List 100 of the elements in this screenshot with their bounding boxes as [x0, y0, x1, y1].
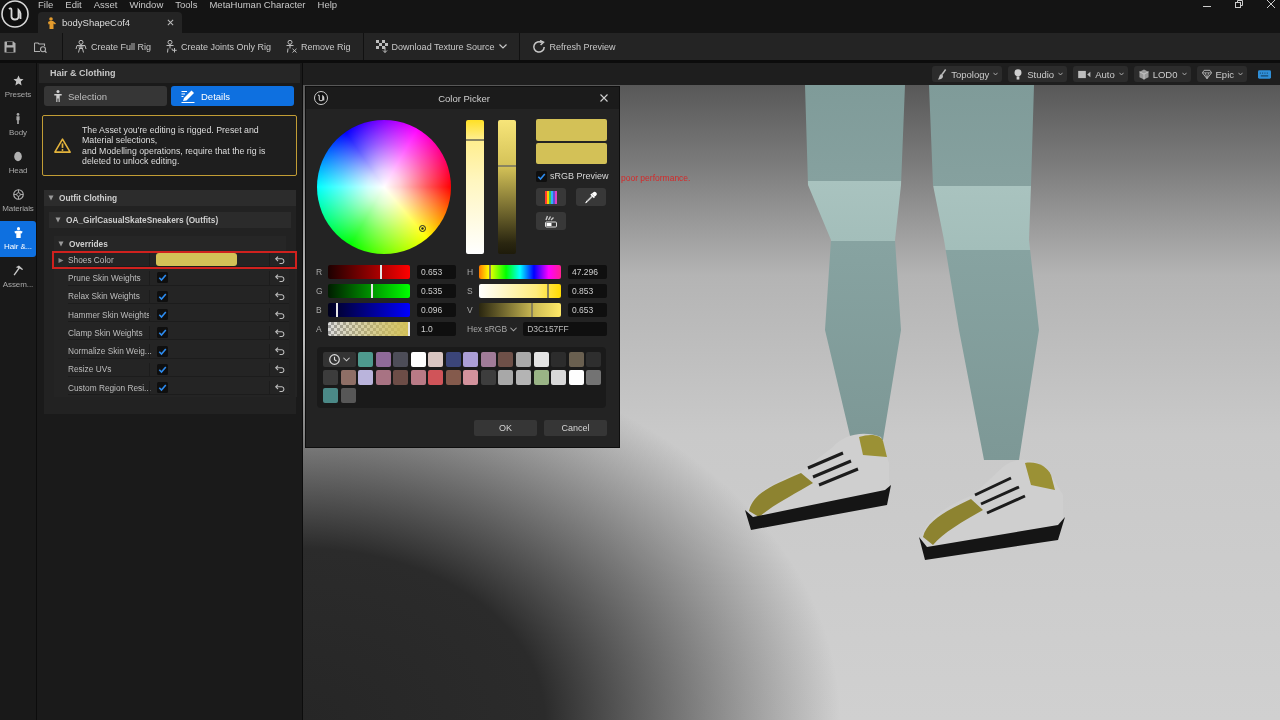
swatch-icon[interactable] — [516, 370, 531, 385]
panel-tab[interactable]: Details — [171, 86, 294, 106]
swatch-icon[interactable] — [568, 370, 584, 385]
menu-item[interactable]: Asset — [93, 0, 118, 9]
color-value-button[interactable] — [156, 253, 237, 267]
reset-icon[interactable] — [274, 347, 285, 356]
checkbox[interactable] — [157, 363, 168, 375]
wheel-marker-icon[interactable] — [419, 225, 427, 233]
swatch-icon[interactable] — [586, 370, 602, 385]
nav-item[interactable]: Presets — [0, 69, 36, 105]
swatch-icon[interactable] — [463, 370, 479, 385]
vertical-slider[interactable] — [466, 120, 484, 254]
checkbox[interactable] — [157, 382, 168, 394]
swatch-icon[interactable] — [358, 352, 374, 367]
view-option-button[interactable]: Topology — [932, 66, 1003, 82]
toolbar-button[interactable]: Create Full Rig — [68, 35, 159, 58]
eyedropper-button[interactable] — [576, 188, 606, 206]
swatch-icon[interactable] — [533, 370, 549, 385]
reset-icon[interactable] — [274, 292, 285, 301]
slider-thumb[interactable] — [380, 265, 383, 279]
nav-item[interactable]: Head — [0, 145, 36, 181]
toolbar-button[interactable]: Download Texture Source — [368, 35, 514, 58]
channel-slider[interactable] — [328, 322, 410, 336]
section-header[interactable]: OA_GirlCasualSkateSneakers (Outfits) — [49, 212, 291, 228]
restore-icon[interactable] — [1235, 0, 1243, 8]
dialog-button[interactable]: OK — [474, 420, 537, 436]
value-field[interactable]: 1.0 — [417, 322, 456, 336]
value-field[interactable]: 0.653 — [417, 265, 456, 279]
close-icon[interactable] — [167, 19, 174, 26]
menu-item[interactable]: Window — [129, 0, 164, 9]
slider-thumb[interactable] — [335, 303, 338, 317]
view-option-button[interactable]: LOD0 — [1133, 66, 1191, 82]
swatch-icon[interactable] — [568, 352, 584, 367]
theme-button[interactable] — [536, 212, 566, 230]
vertical-slider[interactable] — [498, 120, 516, 254]
swatch-icon[interactable] — [340, 370, 356, 385]
channel-slider[interactable] — [328, 303, 410, 317]
dialog-button[interactable]: Cancel — [544, 420, 607, 436]
swatch-icon[interactable] — [445, 352, 461, 367]
checkbox[interactable] — [157, 327, 168, 339]
channel-slider[interactable] — [328, 265, 410, 279]
value-field[interactable]: 0.535 — [417, 284, 456, 298]
reset-icon[interactable] — [274, 255, 285, 264]
slider-thumb[interactable] — [489, 265, 492, 279]
swatch-icon[interactable] — [375, 370, 391, 385]
menu-item[interactable]: Help — [317, 0, 338, 9]
channel-slider[interactable] — [479, 284, 561, 298]
checkbox[interactable] — [157, 290, 168, 302]
reset-icon[interactable] — [274, 383, 285, 392]
view-option-button[interactable]: Epic — [1196, 66, 1247, 82]
spectrum-button[interactable] — [536, 188, 566, 206]
swatch-icon[interactable] — [428, 352, 444, 367]
value-field[interactable]: 47.296 — [568, 265, 607, 279]
reset-icon[interactable] — [274, 328, 285, 337]
nav-item[interactable]: Materials — [0, 183, 36, 219]
nav-item[interactable]: Body — [0, 107, 36, 143]
menu-item[interactable]: MetaHuman Character — [209, 0, 306, 9]
swatch-icon[interactable] — [533, 352, 549, 367]
swatch-icon[interactable] — [393, 352, 409, 367]
view-option-button[interactable]: Studio — [1008, 66, 1068, 82]
swatch-icon[interactable] — [498, 370, 514, 385]
channel-slider[interactable] — [328, 284, 410, 298]
toolbar-button[interactable]: Remove Rig — [278, 35, 358, 58]
swatch-icon[interactable] — [498, 352, 514, 367]
save-icon[interactable] — [4, 40, 16, 53]
logo-icon[interactable] — [1, 0, 29, 28]
section-header[interactable]: Outfit Clothing — [44, 190, 296, 206]
slider-thumb[interactable] — [498, 165, 516, 168]
channel-slider[interactable] — [479, 265, 561, 279]
swatch-icon[interactable] — [480, 370, 496, 385]
close-icon[interactable] — [1267, 0, 1275, 8]
close-icon[interactable] — [600, 94, 608, 102]
checkbox[interactable] — [157, 345, 168, 357]
slider-thumb[interactable] — [531, 303, 534, 317]
slider-thumb[interactable] — [466, 138, 484, 141]
nav-item[interactable]: Hair &... — [0, 221, 36, 257]
history-dropdown[interactable] — [323, 352, 356, 367]
nav-item[interactable]: Assem... — [0, 259, 36, 295]
swatch-icon[interactable] — [410, 352, 426, 367]
swatch-icon[interactable] — [323, 370, 338, 385]
value-field[interactable]: 0.096 — [417, 303, 456, 317]
menu-item[interactable]: Edit — [65, 0, 82, 9]
slider-thumb[interactable] — [547, 284, 550, 298]
checkbox[interactable] — [536, 170, 547, 182]
hex-mode-dropdown[interactable]: Hex sRGB — [467, 322, 518, 336]
swatch-icon[interactable] — [323, 388, 338, 403]
document-tab[interactable]: bodyShapeCof4 — [38, 12, 182, 33]
swatch-icon[interactable] — [358, 370, 374, 385]
swatch-icon[interactable] — [516, 352, 531, 367]
swatch-icon[interactable] — [445, 370, 461, 385]
reset-icon[interactable] — [274, 310, 285, 319]
hex-field[interactable]: D3C157FF — [523, 322, 607, 336]
reset-icon[interactable] — [274, 365, 285, 374]
section-header[interactable]: Overrides — [54, 236, 286, 251]
slider-thumb[interactable] — [370, 284, 373, 298]
value-field[interactable]: 0.653 — [568, 303, 607, 317]
toolbar-button[interactable]: Create Joints Only Rig — [158, 35, 279, 58]
swatch-icon[interactable] — [428, 370, 444, 385]
toolbar-button[interactable]: Refresh Preview — [524, 35, 623, 58]
swatch-icon[interactable] — [410, 370, 426, 385]
